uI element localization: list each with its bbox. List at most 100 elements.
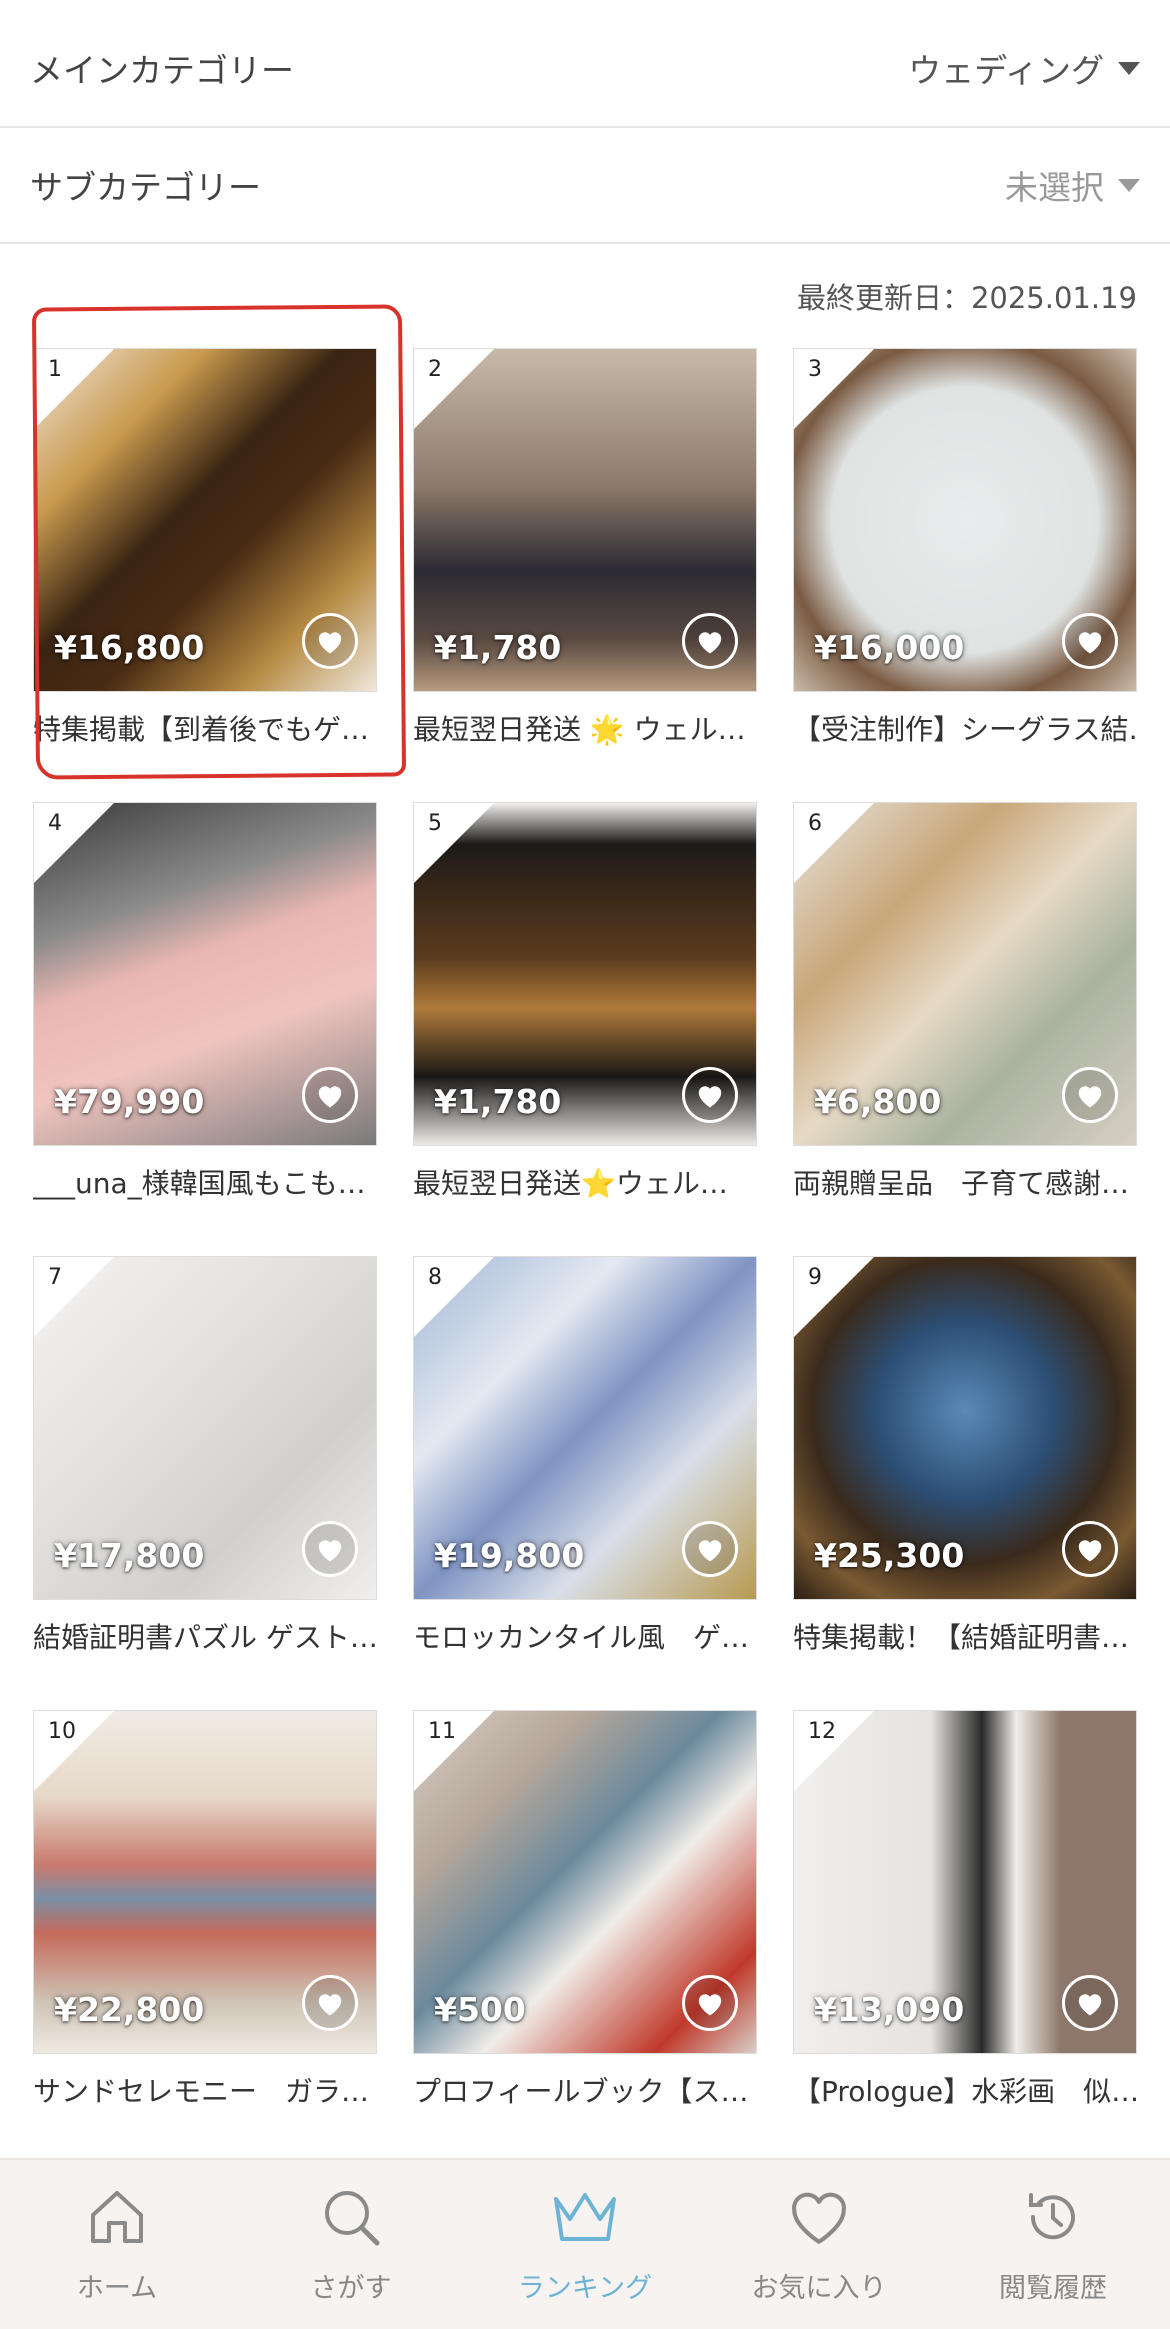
- history-icon: [1016, 2180, 1090, 2254]
- rank-number: 9: [808, 1265, 822, 1290]
- tab-history[interactable]: 閲覧履歴: [943, 2160, 1163, 2305]
- rank-number: 3: [808, 357, 822, 382]
- product-image[interactable]: 2 ¥1,780: [413, 348, 757, 692]
- favorite-button[interactable]: [1062, 1067, 1118, 1123]
- heart-icon: [698, 1994, 722, 2016]
- tab-favorites[interactable]: お気に入り: [709, 2160, 929, 2305]
- tab-label: さがす: [310, 2273, 392, 2304]
- product-image[interactable]: 5 ¥1,780: [413, 802, 757, 1146]
- annotation-highlight: [31, 304, 407, 780]
- product-card[interactable]: 4 ¥79,990 ___una_様韓国風もこも…: [33, 802, 377, 1204]
- product-card[interactable]: 9 ¥25,300 特集掲載！【結婚証明書…: [793, 1256, 1137, 1658]
- price-label: ¥17,800: [54, 1536, 205, 1575]
- product-title[interactable]: 結婚証明書パズル ゲスト…: [33, 1618, 377, 1658]
- price-label: ¥6,800: [814, 1082, 942, 1121]
- product-title[interactable]: 最短翌日発送⭐ウェル…: [413, 1164, 757, 1204]
- favorite-button[interactable]: [682, 1975, 738, 2031]
- favorite-button[interactable]: [302, 1067, 358, 1123]
- home-icon: [80, 2180, 154, 2254]
- product-title[interactable]: ___una_様韓国風もこも…: [33, 1164, 377, 1204]
- price-label: ¥1,780: [434, 628, 562, 667]
- search-icon: [314, 2180, 388, 2254]
- heart-icon: [782, 2180, 856, 2254]
- sub-category-value: 未選択: [1005, 168, 1104, 207]
- product-title[interactable]: サンドセレモニー ガラ…: [33, 2072, 377, 2112]
- main-category-row[interactable]: メインカテゴリー ウェディング: [0, 10, 1170, 128]
- product-title[interactable]: モロッカンタイル風 ゲ…: [413, 1618, 757, 1658]
- price-label: ¥25,300: [814, 1536, 965, 1575]
- main-category-value: ウェディング: [908, 51, 1104, 90]
- product-image[interactable]: 4 ¥79,990: [33, 802, 377, 1146]
- tab-label: お気に入り: [751, 2273, 887, 2304]
- product-card[interactable]: 11 ¥500 プロフィールブック【ス…: [413, 1710, 757, 2112]
- heart-icon: [1078, 1086, 1102, 1108]
- product-card[interactable]: 7 ¥17,800 結婚証明書パズル ゲスト…: [33, 1256, 377, 1658]
- heart-icon: [698, 632, 722, 654]
- favorite-button[interactable]: [682, 1067, 738, 1123]
- product-image[interactable]: 3 ¥16,000: [793, 348, 1137, 692]
- product-card[interactable]: 12 ¥13,090 【Prologue】水彩画 似…: [793, 1710, 1137, 2112]
- chevron-down-icon: [1118, 178, 1140, 192]
- tab-label: 閲覧履歴: [999, 2273, 1107, 2304]
- product-title[interactable]: 最短翌日発送 🌟 ウェル…: [413, 710, 757, 750]
- product-image[interactable]: 9 ¥25,300: [793, 1256, 1137, 1600]
- sub-category-select[interactable]: 未選択: [1005, 161, 1140, 209]
- product-card[interactable]: 3 ¥16,000 【受注制作】シーグラス結…: [793, 348, 1137, 750]
- favorite-button[interactable]: [1062, 1975, 1118, 2031]
- heart-icon: [1078, 1540, 1102, 1562]
- heart-icon: [318, 1086, 342, 1108]
- tab-home[interactable]: ホーム: [7, 2160, 227, 2305]
- favorite-button[interactable]: [302, 1521, 358, 1577]
- price-label: ¥79,990: [54, 1082, 205, 1121]
- favorite-button[interactable]: [1062, 1521, 1118, 1577]
- price-label: ¥22,800: [54, 1990, 205, 2029]
- price-label: ¥1,780: [434, 1082, 562, 1121]
- rank-number: 6: [808, 811, 822, 836]
- product-card[interactable]: 2 ¥1,780 最短翌日発送 🌟 ウェル…: [413, 348, 757, 750]
- price-label: ¥13,090: [814, 1990, 965, 2029]
- favorite-button[interactable]: [1062, 613, 1118, 669]
- favorite-button[interactable]: [682, 1521, 738, 1577]
- main-category-select[interactable]: ウェディング: [908, 44, 1140, 92]
- chevron-down-icon: [1118, 61, 1140, 75]
- sub-category-row[interactable]: サブカテゴリー 未選択: [0, 128, 1170, 244]
- rank-number: 2: [428, 357, 442, 382]
- tab-ranking[interactable]: ランキング: [475, 2160, 695, 2305]
- product-card[interactable]: 10 ¥22,800 サンドセレモニー ガラ…: [33, 1710, 377, 2112]
- tab-label: ホーム: [76, 2273, 158, 2304]
- product-image[interactable]: 6 ¥6,800: [793, 802, 1137, 1146]
- heart-icon: [318, 1540, 342, 1562]
- crown-icon: [548, 2180, 622, 2254]
- tab-label: ランキング: [517, 2273, 653, 2304]
- product-card[interactable]: 6 ¥6,800 両親贈呈品 子育て感謝…: [793, 802, 1137, 1204]
- heart-icon: [698, 1086, 722, 1108]
- heart-icon: [1078, 632, 1102, 654]
- sub-category-label: サブカテゴリー: [30, 168, 261, 207]
- heart-icon: [698, 1540, 722, 1562]
- rank-number: 5: [428, 811, 442, 836]
- product-title[interactable]: 【Prologue】水彩画 似…: [793, 2072, 1137, 2112]
- product-image[interactable]: 7 ¥17,800: [33, 1256, 377, 1600]
- product-title[interactable]: プロフィールブック【ス…: [413, 2072, 757, 2112]
- rank-number: 4: [48, 811, 62, 836]
- product-image[interactable]: 10 ¥22,800: [33, 1710, 377, 2054]
- rank-number: 10: [48, 1719, 76, 1744]
- product-image[interactable]: 8 ¥19,800: [413, 1256, 757, 1600]
- product-card[interactable]: 5 ¥1,780 最短翌日発送⭐ウェル…: [413, 802, 757, 1204]
- rank-number: 12: [808, 1719, 836, 1744]
- product-image[interactable]: 12 ¥13,090: [793, 1710, 1137, 2054]
- price-label: ¥500: [434, 1990, 526, 2029]
- rank-number: 8: [428, 1265, 442, 1290]
- price-label: ¥16,000: [814, 628, 965, 667]
- product-image[interactable]: 11 ¥500: [413, 1710, 757, 2054]
- favorite-button[interactable]: [302, 1975, 358, 2031]
- product-title[interactable]: 両親贈呈品 子育て感謝…: [793, 1164, 1137, 1204]
- price-label: ¥19,800: [434, 1536, 585, 1575]
- heart-icon: [1078, 1994, 1102, 2016]
- favorite-button[interactable]: [682, 613, 738, 669]
- product-card[interactable]: 8 ¥19,800 モロッカンタイル風 ゲ…: [413, 1256, 757, 1658]
- product-title[interactable]: 特集掲載！【結婚証明書…: [793, 1618, 1137, 1658]
- tab-search[interactable]: さがす: [241, 2160, 461, 2305]
- product-title[interactable]: 【受注制作】シーグラス結…: [793, 710, 1137, 750]
- rank-number: 7: [48, 1265, 62, 1290]
